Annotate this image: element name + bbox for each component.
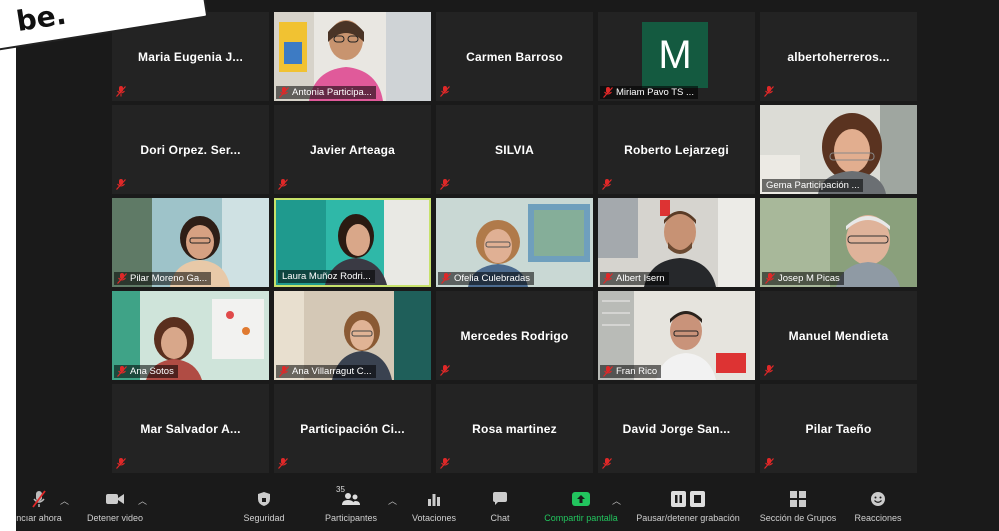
chat-button[interactable]: Chat (482, 488, 518, 523)
participant-name: David Jorge San... (622, 422, 731, 436)
participant-name: Manuel Mendieta (788, 329, 889, 343)
muted-mic-icon (441, 273, 451, 284)
participant-name-label: Miriam Pavo TS ... (600, 86, 698, 99)
participant-name: Carmen Barroso (466, 50, 563, 64)
muted-mic-icon (603, 366, 613, 377)
participant-name-label: Ana Villarragut C... (276, 365, 376, 378)
participant-tile-carmen[interactable]: Carmen Barroso (436, 12, 593, 101)
emoji-icon (871, 492, 885, 506)
pause-stop-recording-button[interactable]: Pausar/detener grabación (628, 488, 748, 523)
muted-mic-icon (764, 86, 774, 97)
muted-mic-icon (440, 86, 450, 97)
participant-name-label: Gema Participación ... (762, 179, 864, 192)
pause-stop-icon (671, 491, 705, 507)
muted-mic-icon (116, 86, 126, 97)
chevron-up-icon[interactable]: ︿ (388, 494, 397, 507)
participant-tile-dori[interactable]: Dori Orpez. Ser... (112, 105, 269, 194)
participant-tile-ana-villarragut[interactable]: Ana Villarragut C... (274, 291, 431, 380)
participant-name: Mercedes Rodrigo (460, 329, 569, 343)
participant-tile-mar[interactable]: Mar Salvador A... (112, 384, 269, 473)
participant-tile-ofelia[interactable]: Ofelia Culebradas (436, 198, 593, 287)
security-button[interactable]: Seguridad (234, 488, 294, 523)
chevron-up-icon[interactable]: ︿ (60, 494, 69, 507)
participant-name: Rosa martinez (472, 422, 557, 436)
shield-icon (258, 492, 270, 506)
participant-tile-ana-sotos[interactable]: Ana Sotos (112, 291, 269, 380)
participant-name-label: Albert Isern (600, 272, 669, 285)
participant-name-label: Antonia Participa... (276, 86, 376, 99)
participant-tile-albert[interactable]: Albert Isern (598, 198, 755, 287)
video-camera-icon (106, 494, 124, 504)
muted-mic-icon (440, 458, 450, 469)
participant-tile-fran[interactable]: Fran Rico (598, 291, 755, 380)
muted-mic-icon (278, 458, 288, 469)
share-arrow-icon (572, 492, 590, 506)
muted-mic-icon (440, 365, 450, 376)
participant-tile-david[interactable]: David Jorge San... (598, 384, 755, 473)
participant-tile-antonia[interactable]: Antonia Participa... (274, 12, 431, 101)
participant-name: albertoherreros... (787, 50, 890, 64)
participant-tile-miriam[interactable]: M Miriam Pavo TS ... (598, 12, 755, 101)
participant-name: Participación Ci... (300, 422, 405, 436)
participant-tile-participacion[interactable]: Participación Ci... (274, 384, 431, 473)
chat-bubble-icon (493, 492, 507, 505)
muted-mic-icon (116, 179, 126, 190)
muted-mic-icon (602, 458, 612, 469)
participant-name-label: Pilar Moreno Ga... (114, 272, 212, 285)
participant-name-label: Ofelia Culebradas (438, 272, 535, 285)
muted-mic-icon (764, 365, 774, 376)
participants-count: 35 (336, 485, 345, 494)
participant-name-label: Josep M Picas (762, 272, 844, 285)
muted-mic-icon (603, 87, 613, 98)
grid-icon (790, 491, 806, 507)
participants-button[interactable]: 35 Participantes (314, 485, 388, 523)
participant-tile-rosa[interactable]: Rosa martinez (436, 384, 593, 473)
muted-mic-icon (279, 87, 289, 98)
muted-mic-icon (764, 458, 774, 469)
muted-mic-icon (603, 273, 613, 284)
participant-tile-laura[interactable]: Laura Muñoz Rodri... (274, 198, 431, 287)
participant-tile-manuel[interactable]: Manuel Mendieta (760, 291, 917, 380)
muted-mic-icon (32, 490, 46, 508)
muted-mic-icon (117, 273, 127, 284)
muted-mic-icon (765, 273, 775, 284)
participant-tile-javier[interactable]: Javier Arteaga (274, 105, 431, 194)
participant-tile-silvia[interactable]: SILVIA (436, 105, 593, 194)
reactions-button[interactable]: Reacciones (848, 488, 908, 523)
participant-tile-josep[interactable]: Josep M Picas (760, 198, 917, 287)
participant-tile-gema[interactable]: Gema Participación ... (760, 105, 917, 194)
participant-name: Dori Orpez. Ser... (140, 143, 241, 157)
people-icon (342, 493, 360, 505)
participant-name: Roberto Lejarzegi (624, 143, 729, 157)
muted-mic-icon (440, 179, 450, 190)
participant-name: Javier Arteaga (309, 143, 396, 157)
participant-name: Maria Eugenia J... (138, 50, 243, 64)
participant-tile-alberto[interactable]: albertoherreros... (760, 12, 917, 101)
participant-tile-roberto[interactable]: Roberto Lejarzegi (598, 105, 755, 194)
chevron-up-icon[interactable]: ︿ (138, 494, 147, 507)
muted-mic-icon (602, 179, 612, 190)
participant-name-label: Ana Sotos (114, 365, 178, 378)
participant-name: Pilar Taeño (805, 422, 872, 436)
muted-mic-icon (116, 458, 126, 469)
chevron-up-icon[interactable]: ︿ (612, 494, 621, 507)
participant-name-label: Laura Muñoz Rodri... (278, 270, 375, 283)
meeting-window: Maria Eugenia J... Antonia Participa... … (16, 0, 999, 531)
polls-button[interactable]: Votaciones (406, 488, 462, 523)
participant-tile-pilar-taeno[interactable]: Pilar Taeño (760, 384, 917, 473)
participant-tile-pilar-moreno[interactable]: Pilar Moreno Ga... (112, 198, 269, 287)
avatar: M (642, 22, 708, 88)
participant-name: Mar Salvador A... (140, 422, 241, 436)
meeting-toolbar: ncıar ahora ︿ Detener video ︿ Seguridad … (16, 484, 999, 531)
muted-mic-icon (117, 366, 127, 377)
participant-name-label: Fran Rico (600, 365, 662, 378)
bar-chart-icon (428, 494, 440, 506)
muted-mic-icon (279, 366, 289, 377)
muted-mic-icon (278, 179, 288, 190)
participant-name: SILVIA (495, 143, 534, 157)
gallery-grid: Maria Eugenia J... Antonia Participa... … (112, 12, 920, 475)
breakout-rooms-button[interactable]: Sección de Grupos (756, 488, 840, 523)
participant-tile-mercedes[interactable]: Mercedes Rodrigo (436, 291, 593, 380)
